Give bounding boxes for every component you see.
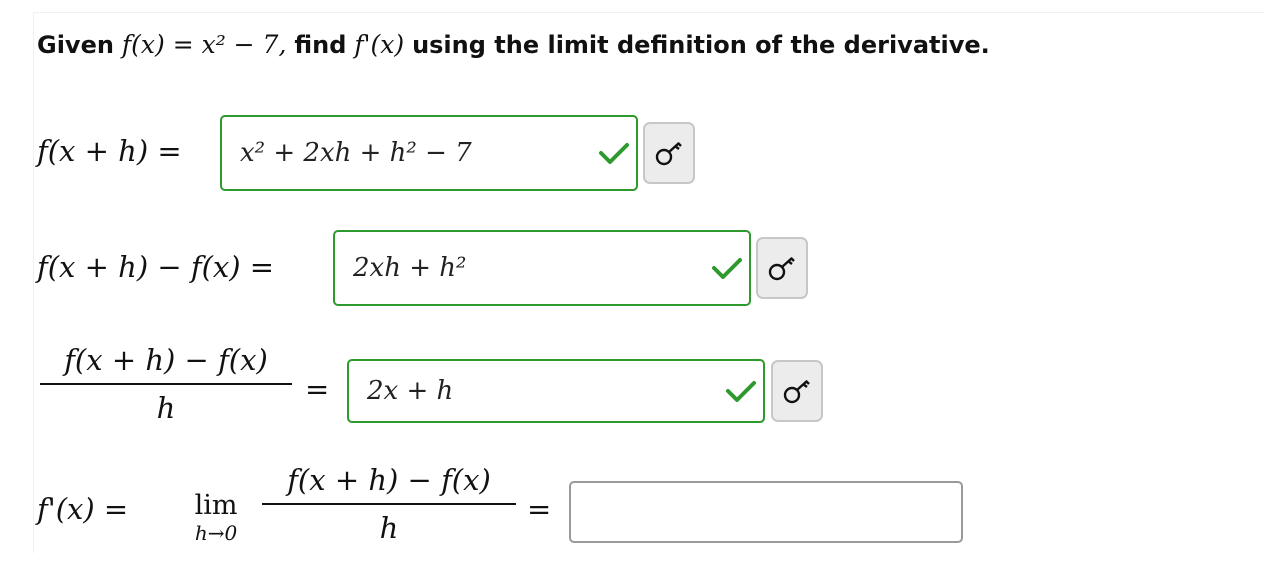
problem-statement: Given f(x) = x² − 7, find f'(x) using th… xyxy=(37,30,990,59)
row4-fraction: f(x + h) − f(x) h xyxy=(262,463,516,545)
problem-prefix: Given xyxy=(37,31,114,59)
problem-function-def: f(x) = x² − 7, xyxy=(121,30,287,59)
limit-subscript: h→0 xyxy=(194,521,238,545)
row2-lhs: f(x + h) − f(x) = xyxy=(37,250,275,284)
row2-answer-field[interactable]: 2xh + h² xyxy=(333,230,751,306)
row2-key-button[interactable] xyxy=(756,237,808,299)
row3-equals: = xyxy=(305,372,330,406)
row4-lhs: f'(x) = xyxy=(37,492,129,526)
row3-lhs-fraction: f(x + h) − f(x) h xyxy=(40,343,292,425)
row4-answer-field[interactable] xyxy=(569,481,963,543)
limit-word: lim xyxy=(194,490,238,521)
key-icon xyxy=(768,257,795,281)
key-icon xyxy=(655,142,682,166)
checkmark-icon xyxy=(712,258,742,279)
row1-lhs: f(x + h) = xyxy=(37,134,182,168)
key-icon xyxy=(783,380,810,404)
row4-numerator: f(x + h) − f(x) xyxy=(287,463,491,497)
row3-key-button[interactable] xyxy=(771,360,823,422)
row3-lhs-denominator: h xyxy=(156,391,176,425)
row3-answer-field[interactable]: 2x + h xyxy=(347,359,765,423)
row4-limit: lim h→0 xyxy=(180,490,252,545)
row2-answer-value: 2xh + h² xyxy=(353,253,467,283)
problem-target: f'(x) xyxy=(354,30,405,59)
problem-middle: find xyxy=(294,31,347,59)
fraction-bar xyxy=(40,383,292,385)
row3-answer-value: 2x + h xyxy=(367,376,454,406)
checkmark-icon xyxy=(726,381,756,402)
checkmark-icon xyxy=(599,143,629,164)
row1-answer-value: x² + 2xh + h² − 7 xyxy=(240,138,472,168)
row1-answer-field[interactable]: x² + 2xh + h² − 7 xyxy=(220,115,638,191)
row3-lhs-numerator: f(x + h) − f(x) xyxy=(64,343,268,377)
row1-key-button[interactable] xyxy=(643,122,695,184)
problem-suffix: using the limit definition of the deriva… xyxy=(412,31,990,59)
fraction-bar xyxy=(262,503,516,505)
row4-denominator: h xyxy=(379,511,399,545)
row4-equals: = xyxy=(527,492,552,526)
